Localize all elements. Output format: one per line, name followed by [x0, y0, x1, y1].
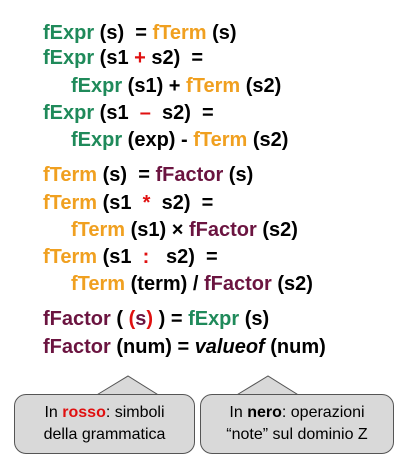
note-left-rest: : simboli [105, 404, 165, 421]
note-left-line2: della grammatica [43, 426, 166, 443]
note-left-bubble: In rosso: simboli della grammatica [14, 394, 195, 454]
note-right-prefix: In [229, 404, 248, 421]
note-right-rest: : operazioni [281, 404, 365, 421]
note-left-prefix: In [44, 404, 63, 421]
note-right-keyword: nero [247, 404, 282, 421]
note-right-line2: “note” sul dominio Z [226, 426, 368, 443]
note-right-bubble: In nero: operazioni “note” sul dominio Z [200, 394, 394, 454]
note-left-keyword: rosso [62, 404, 106, 421]
